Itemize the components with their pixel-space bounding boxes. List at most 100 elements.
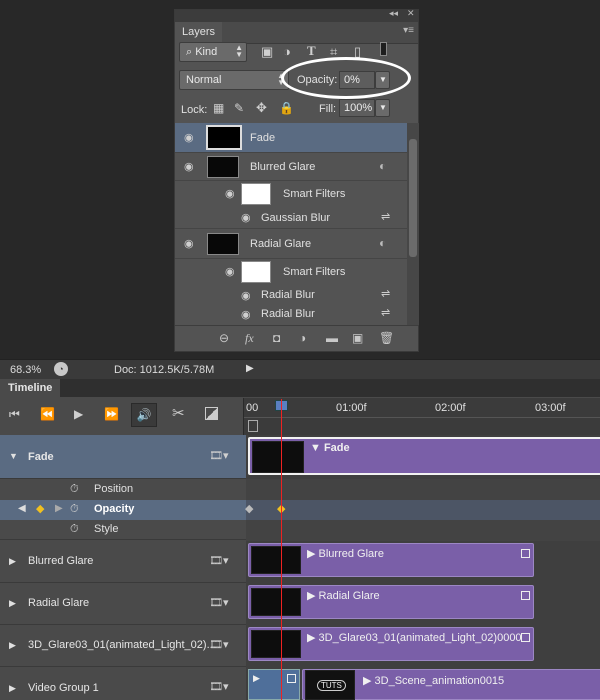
transition-icon[interactable] [205, 407, 218, 420]
filter-toggle-switch[interactable] [380, 42, 387, 56]
eye-icon[interactable]: ◉ [184, 237, 194, 250]
filter-options-icon[interactable]: ⇌ [381, 210, 390, 223]
track-name: Fade [28, 451, 54, 463]
film-strip-icon[interactable]: 🎞▾ [209, 554, 229, 567]
new-layer-icon[interactable]: ▣ [352, 331, 363, 345]
status-menu-arrow-icon[interactable]: ▶ [246, 363, 254, 374]
close-button[interactable]: ✕ [407, 8, 415, 19]
film-strip-icon[interactable]: 🎞▾ [209, 596, 229, 609]
tab-layers[interactable]: Layers [175, 22, 223, 44]
lock-all-icon[interactable]: 🔒 [279, 101, 294, 115]
clip-3d-scene[interactable]: TUTS ▶ 3D_Scene_animation0015 [302, 669, 600, 700]
stopwatch-icon[interactable]: ⏱ [70, 523, 79, 536]
expand-triangle-icon[interactable]: ▼ [9, 451, 18, 461]
playhead-line[interactable] [281, 399, 282, 700]
layer-row-radial-glare[interactable]: ◉ Radial Glare ◐ [175, 229, 407, 259]
expand-triangle-icon[interactable]: ▶ [9, 640, 16, 651]
filter-options-icon[interactable]: ⇌ [381, 287, 390, 300]
previous-frame-icon[interactable]: ⏪ [40, 407, 55, 421]
eye-icon[interactable]: ◉ [241, 211, 251, 224]
zoom-level[interactable]: 68.3% [10, 364, 41, 376]
track-header-3d-glare[interactable]: ▶ 3D_Glare03_01(animated_Light_02)... 🎞▾ [0, 625, 246, 667]
layer-row-fade[interactable]: ◉ Fade [175, 123, 407, 153]
new-group-icon[interactable]: ▬ [326, 331, 338, 345]
property-row-opacity[interactable]: ◀ ◆ ▶ ⏱ Opacity [0, 500, 246, 520]
add-mask-icon[interactable]: ◘ [273, 331, 280, 345]
trash-icon[interactable]: 🗑 [379, 331, 394, 345]
collapse-button[interactable]: ◂◂ [389, 8, 398, 19]
filter-kind-select[interactable]: ⌕ Kind ▲ ▼ [179, 42, 247, 62]
tab-timeline[interactable]: Timeline [0, 379, 61, 398]
property-row-style: ⏱ Style [0, 520, 246, 540]
next-keyframe-icon[interactable]: ▶ [55, 503, 63, 514]
fill-dropdown-button[interactable]: ▼ [375, 99, 390, 117]
smart-filters-row[interactable]: ◉ Smart Filters [175, 259, 407, 285]
lock-label: Lock: [181, 104, 208, 116]
filter-name: Radial Blur [261, 308, 315, 320]
keyframe-diamond-icon[interactable]: ◆ [36, 502, 44, 515]
eye-icon[interactable]: ◉ [184, 160, 194, 173]
go-to-first-frame-icon[interactable]: ⏮ [9, 407, 20, 422]
keyframe-diamond-icon[interactable]: ◆ [245, 502, 253, 515]
eye-icon[interactable]: ◉ [241, 308, 251, 321]
stopwatch-icon[interactable]: ⏱ [70, 503, 79, 516]
lock-transparency-icon[interactable]: ▦ [213, 101, 224, 115]
work-area-start-handle[interactable] [248, 420, 258, 432]
layer-list-scrollbar[interactable] [407, 123, 419, 325]
clip-end-marker-icon[interactable] [521, 549, 530, 558]
layer-row-blurred-glare[interactable]: ◉ Blurred Glare ◐ [175, 153, 407, 181]
clip-radial-glare[interactable]: ▶ Radial Glare [248, 585, 534, 619]
eye-icon[interactable]: ◉ [225, 265, 235, 278]
adjustment-filter-icon[interactable]: ◑ [283, 44, 291, 59]
lock-pixels-icon[interactable]: ✎ [234, 101, 244, 115]
fx-button[interactable]: fx [245, 331, 254, 346]
clip-fade[interactable]: ▼ Fade [248, 437, 600, 475]
clip-name: Radial Glare [318, 590, 380, 602]
expand-triangle-icon[interactable]: ▶ [9, 683, 16, 694]
split-at-playhead-icon[interactable]: ✂ [172, 404, 185, 422]
play-icon[interactable]: ▶ [74, 407, 83, 421]
filter-row-radial-blur[interactable]: ◉ Radial Blur ⇌ [175, 305, 407, 325]
eye-icon[interactable]: ◉ [225, 187, 235, 200]
clip-end-marker-icon[interactable] [521, 591, 530, 600]
status-info-icon[interactable]: ◔ [54, 362, 68, 376]
smart-filters-label: Smart Filters [283, 188, 346, 200]
film-strip-icon[interactable]: 🎞▾ [209, 680, 229, 693]
clip-end-marker-icon[interactable] [521, 633, 530, 642]
eye-icon[interactable]: ◉ [241, 289, 251, 302]
smart-filters-row[interactable]: ◉ Smart Filters [175, 181, 407, 207]
panel-menu-icon[interactable]: ▾≡ [403, 25, 414, 36]
clip-end-marker-icon[interactable] [287, 674, 296, 683]
tuts-logo: TUTS [317, 680, 346, 691]
track-header-fade[interactable]: ▼ Fade 🎞▾ [0, 435, 246, 479]
lock-position-icon[interactable]: ✥ [256, 100, 267, 116]
audio-mute-icon[interactable]: 🔊 [131, 403, 157, 427]
clip-arrow-icon: ▶ [307, 590, 319, 602]
fill-input[interactable]: 100% [339, 99, 375, 117]
eye-icon[interactable]: ◉ [184, 131, 194, 144]
time-ruler[interactable]: 00 01:00f 02:00f 03:00f [243, 398, 600, 436]
track-header-blurred-glare[interactable]: ▶ Blurred Glare 🎞▾ [0, 541, 246, 583]
stopwatch-icon[interactable]: ⏱ [70, 483, 79, 496]
expand-triangle-icon[interactable]: ▶ [9, 556, 16, 567]
filter-options-icon[interactable]: ⇌ [381, 306, 390, 319]
track-header-video-group[interactable]: ▶ Video Group 1 🎞▾ [0, 667, 246, 700]
clip-3d-glare[interactable]: ▶ 3D_Glare03_01(animated_Light_02)0000 [248, 627, 534, 661]
next-frame-icon[interactable]: ⏩ [104, 407, 119, 421]
film-strip-icon[interactable]: 🎞▾ [209, 449, 229, 462]
image-filter-icon[interactable]: ▣ [261, 44, 273, 60]
filter-row-radial-blur[interactable]: ◉ Radial Blur ⇌ [175, 285, 407, 305]
scrollbar-thumb[interactable] [409, 139, 417, 257]
filter-row-gaussian-blur[interactable]: ◉ Gaussian Blur ⇌ [175, 207, 407, 229]
clip-blurred-glare[interactable]: ▶ Blurred Glare [248, 543, 534, 577]
clip-video-group-blue[interactable]: ▶ [248, 669, 300, 700]
film-strip-icon[interactable]: 🎞▾ [209, 638, 229, 651]
previous-keyframe-icon[interactable]: ◀ [18, 503, 26, 514]
expand-triangle-icon[interactable]: ▶ [9, 598, 16, 609]
adjustment-layer-icon[interactable]: ◑ [299, 331, 306, 345]
link-layers-icon[interactable]: ⊖ [219, 331, 229, 345]
track-header-radial-glare[interactable]: ▶ Radial Glare 🎞▾ [0, 583, 246, 625]
type-filter-icon[interactable]: T [307, 43, 316, 59]
blend-mode-select[interactable]: Normal ▲ ▼ [179, 70, 289, 90]
ruler-divider [244, 417, 600, 418]
